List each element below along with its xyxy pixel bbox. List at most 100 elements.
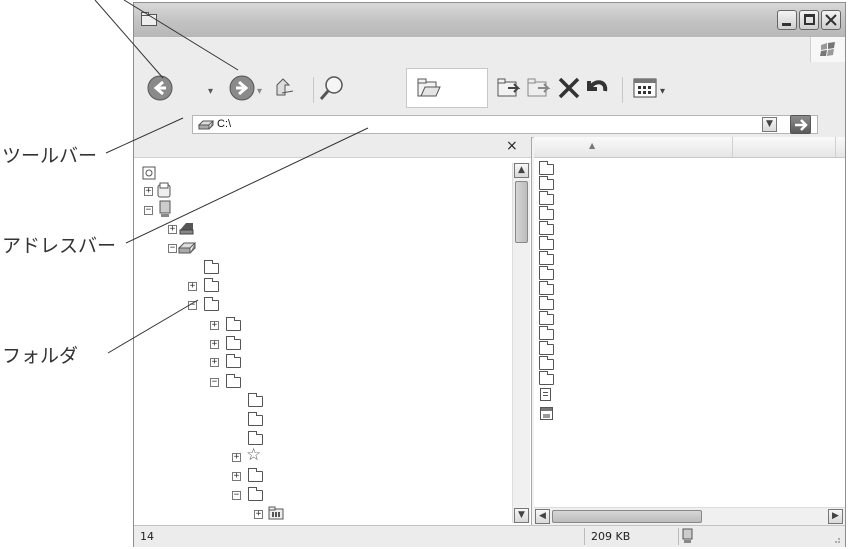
toolbar-separator	[313, 77, 314, 103]
go-button[interactable]	[790, 115, 811, 134]
folder-icon[interactable]	[539, 251, 554, 265]
tree-expander-minus[interactable]: −	[188, 301, 197, 310]
chevron-left-icon: ◀	[539, 511, 546, 521]
resize-grip-icon[interactable]	[831, 534, 841, 544]
chevron-right-icon: ▶	[832, 511, 839, 521]
folder-icon[interactable]	[204, 297, 219, 311]
folder-icon[interactable]	[539, 341, 554, 355]
folder-icon[interactable]	[539, 191, 554, 205]
tree-expander-plus[interactable]: +	[168, 225, 177, 234]
system-file-icon[interactable]	[540, 407, 553, 420]
back-dropdown-icon[interactable]: ▾	[208, 86, 213, 97]
folder-icon[interactable]	[539, 311, 554, 325]
folder-icon[interactable]	[226, 336, 241, 350]
my-computer-status-icon	[682, 528, 693, 543]
toolbar-separator	[622, 77, 623, 103]
folder-icon[interactable]	[204, 278, 219, 292]
folder-icon[interactable]	[539, 296, 554, 310]
my-documents-node-icon[interactable]	[156, 182, 172, 202]
address-input[interactable]: C:\	[192, 115, 818, 134]
folder-icon[interactable]	[248, 468, 263, 482]
folders-vertical-scrollbar[interactable]: ▲ ▼	[512, 163, 530, 523]
folder-icon[interactable]	[248, 431, 263, 445]
folders-pane: × + − + − + − + + + − + ☆ + − + ▲ ▼	[134, 137, 532, 525]
close-icon	[825, 14, 837, 26]
move-to-icon	[497, 78, 521, 97]
minimize-button[interactable]	[777, 10, 797, 30]
tree-expander-plus[interactable]: +	[144, 187, 153, 196]
folder-icon[interactable]	[539, 281, 554, 295]
folder-icon[interactable]	[539, 266, 554, 280]
scroll-thumb[interactable]	[552, 510, 702, 523]
tree-expander-minus[interactable]: −	[168, 244, 177, 253]
move-to-button[interactable]	[494, 73, 524, 103]
scroll-down-button[interactable]: ▼	[514, 508, 529, 523]
address-bar: C:\ ▼	[134, 113, 845, 138]
maximize-button[interactable]	[799, 10, 819, 30]
tree-expander-plus[interactable]: +	[210, 340, 219, 349]
up-button[interactable]	[270, 73, 300, 103]
tree-expander-minus[interactable]: −	[144, 206, 153, 215]
callout-folder-label: フォルダ	[2, 345, 79, 367]
back-button[interactable]	[145, 73, 175, 103]
tree-expander-minus[interactable]: −	[232, 491, 241, 500]
folder-icon[interactable]	[539, 206, 554, 220]
folder-icon[interactable]	[226, 354, 241, 368]
views-button[interactable]	[630, 73, 660, 103]
delete-button[interactable]	[554, 73, 584, 103]
close-folders-pane-icon[interactable]: ×	[506, 138, 518, 154]
scroll-up-button[interactable]: ▲	[514, 163, 529, 178]
folder-icon[interactable]	[539, 371, 554, 385]
text-file-icon[interactable]	[540, 388, 551, 401]
my-computer-node-icon[interactable]	[158, 200, 172, 222]
folders-toggle-button[interactable]	[406, 68, 488, 108]
folder-icon[interactable]	[204, 260, 219, 274]
local-disk-node-icon[interactable]	[177, 239, 197, 258]
folders-pane-header: ×	[134, 137, 531, 158]
floppy-drive-node-icon[interactable]	[178, 219, 194, 239]
windows-flag-icon	[820, 42, 835, 56]
special-folder-icon[interactable]	[268, 505, 284, 524]
forward-dropdown-icon[interactable]: ▾	[257, 86, 262, 97]
folder-icon[interactable]	[539, 326, 554, 340]
close-window-button[interactable]	[821, 10, 841, 30]
title-bar[interactable]	[134, 3, 845, 37]
forward-button[interactable]	[227, 73, 257, 103]
file-list-horizontal-scrollbar[interactable]: ◀ ▶	[534, 507, 845, 525]
address-dropdown-button[interactable]: ▼	[762, 117, 777, 132]
copy-to-button[interactable]	[524, 73, 554, 103]
undo-button[interactable]	[582, 73, 612, 103]
folder-icon[interactable]	[539, 221, 554, 235]
search-button[interactable]	[317, 73, 347, 103]
callout-toolbar-label: ツールバー	[2, 145, 98, 167]
folder-icon[interactable]	[248, 487, 263, 501]
folder-icon[interactable]	[539, 161, 554, 175]
folder-icon[interactable]	[226, 374, 241, 388]
tree-expander-plus[interactable]: +	[210, 321, 219, 330]
tree-expander-minus[interactable]: −	[210, 378, 219, 387]
tree-expander-plus[interactable]: +	[232, 472, 241, 481]
sort-ascending-icon: ▲	[589, 141, 596, 150]
desktop-node-icon[interactable]	[142, 165, 156, 184]
tree-expander-plus[interactable]: +	[210, 358, 219, 367]
scroll-left-button[interactable]: ◀	[535, 509, 550, 524]
column-header-size[interactable]	[733, 137, 836, 157]
scroll-thumb[interactable]	[515, 181, 528, 243]
tree-expander-plus[interactable]: +	[188, 282, 197, 291]
status-divider	[584, 528, 585, 545]
minimize-icon	[782, 23, 791, 26]
tree-expander-plus[interactable]: +	[232, 453, 241, 462]
folder-icon[interactable]	[539, 176, 554, 190]
folder-icon[interactable]	[248, 412, 263, 426]
folder-icon[interactable]	[248, 393, 263, 407]
folder-icon[interactable]	[539, 356, 554, 370]
favorites-star-icon[interactable]: ☆	[246, 447, 261, 464]
tree-expander-plus[interactable]: +	[254, 510, 263, 519]
folder-icon[interactable]	[226, 317, 241, 331]
maximize-icon	[804, 14, 815, 25]
folder-icon[interactable]	[539, 236, 554, 250]
views-icon	[633, 78, 657, 98]
column-header-name[interactable]: ▲	[534, 137, 733, 157]
views-dropdown-icon[interactable]: ▾	[660, 86, 665, 97]
scroll-right-button[interactable]: ▶	[828, 509, 843, 524]
